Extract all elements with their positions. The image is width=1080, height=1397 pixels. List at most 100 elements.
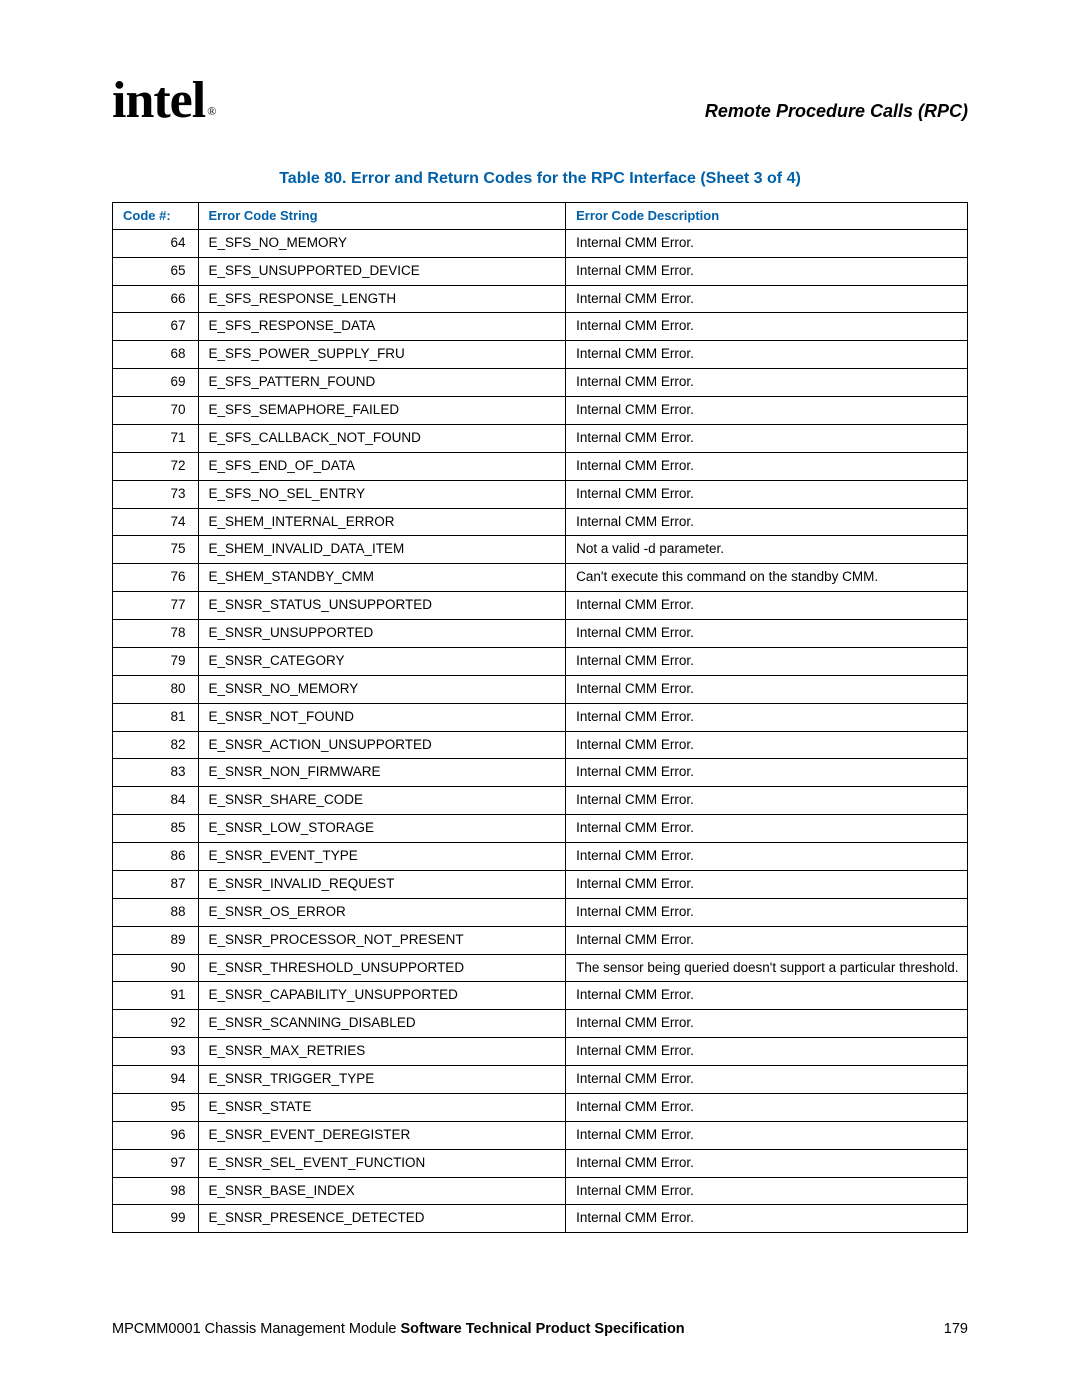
table-header-row: Code #: Error Code String Error Code Des… <box>113 202 968 229</box>
cell-code: 88 <box>113 898 199 926</box>
table-row: 71E_SFS_CALLBACK_NOT_FOUNDInternal CMM E… <box>113 424 968 452</box>
cell-code: 97 <box>113 1149 199 1177</box>
cell-string: E_SFS_UNSUPPORTED_DEVICE <box>198 257 566 285</box>
cell-string: E_SNSR_CAPABILITY_UNSUPPORTED <box>198 982 566 1010</box>
cell-desc: Internal CMM Error. <box>566 926 968 954</box>
cell-string: E_SFS_END_OF_DATA <box>198 452 566 480</box>
cell-code: 95 <box>113 1093 199 1121</box>
cell-desc: Internal CMM Error. <box>566 647 968 675</box>
cell-code: 70 <box>113 397 199 425</box>
cell-desc: Not a valid -d parameter. <box>566 536 968 564</box>
cell-desc: Internal CMM Error. <box>566 675 968 703</box>
table-row: 93E_SNSR_MAX_RETRIESInternal CMM Error. <box>113 1038 968 1066</box>
cell-desc: Internal CMM Error. <box>566 424 968 452</box>
table-row: 68E_SFS_POWER_SUPPLY_FRUInternal CMM Err… <box>113 341 968 369</box>
section-title: Remote Procedure Calls (RPC) <box>705 101 968 122</box>
table-row: 66E_SFS_RESPONSE_LENGTHInternal CMM Erro… <box>113 285 968 313</box>
table-row: 92E_SNSR_SCANNING_DISABLEDInternal CMM E… <box>113 1010 968 1038</box>
cell-desc: Internal CMM Error. <box>566 592 968 620</box>
cell-code: 85 <box>113 815 199 843</box>
table-row: 87E_SNSR_INVALID_REQUESTInternal CMM Err… <box>113 870 968 898</box>
cell-string: E_SNSR_NO_MEMORY <box>198 675 566 703</box>
cell-desc: Internal CMM Error. <box>566 341 968 369</box>
cell-string: E_SNSR_LOW_STORAGE <box>198 815 566 843</box>
footer-doc-title: MPCMM0001 Chassis Management Module Soft… <box>112 1321 685 1337</box>
footer-bold: Software Technical Product Specification <box>401 1321 685 1337</box>
cell-code: 77 <box>113 592 199 620</box>
table-row: 69E_SFS_PATTERN_FOUNDInternal CMM Error. <box>113 369 968 397</box>
cell-code: 82 <box>113 731 199 759</box>
cell-code: 74 <box>113 508 199 536</box>
cell-code: 78 <box>113 620 199 648</box>
cell-code: 91 <box>113 982 199 1010</box>
cell-code: 64 <box>113 229 199 257</box>
table-row: 89E_SNSR_PROCESSOR_NOT_PRESENTInternal C… <box>113 926 968 954</box>
cell-code: 69 <box>113 369 199 397</box>
cell-string: E_SFS_CALLBACK_NOT_FOUND <box>198 424 566 452</box>
cell-string: E_SNSR_SEL_EVENT_FUNCTION <box>198 1149 566 1177</box>
cell-string: E_SNSR_UNSUPPORTED <box>198 620 566 648</box>
cell-desc: Internal CMM Error. <box>566 1066 968 1094</box>
cell-code: 89 <box>113 926 199 954</box>
cell-code: 87 <box>113 870 199 898</box>
cell-desc: The sensor being queried doesn't support… <box>566 954 968 982</box>
table-row: 75E_SHEM_INVALID_DATA_ITEMNot a valid -d… <box>113 536 968 564</box>
cell-desc: Internal CMM Error. <box>566 843 968 871</box>
footer-prefix: MPCMM0001 Chassis Management Module <box>112 1321 401 1337</box>
table-row: 78E_SNSR_UNSUPPORTEDInternal CMM Error. <box>113 620 968 648</box>
table-row: 79E_SNSR_CATEGORYInternal CMM Error. <box>113 647 968 675</box>
cell-code: 65 <box>113 257 199 285</box>
table-row: 73E_SFS_NO_SEL_ENTRYInternal CMM Error. <box>113 480 968 508</box>
cell-desc: Internal CMM Error. <box>566 1121 968 1149</box>
cell-desc: Internal CMM Error. <box>566 229 968 257</box>
cell-string: E_SNSR_STATUS_UNSUPPORTED <box>198 592 566 620</box>
cell-desc: Internal CMM Error. <box>566 369 968 397</box>
cell-desc: Can't execute this command on the standb… <box>566 564 968 592</box>
table-row: 70E_SFS_SEMAPHORE_FAILEDInternal CMM Err… <box>113 397 968 425</box>
cell-string: E_SNSR_SHARE_CODE <box>198 787 566 815</box>
cell-desc: Internal CMM Error. <box>566 731 968 759</box>
cell-string: E_SNSR_NOT_FOUND <box>198 703 566 731</box>
cell-desc: Internal CMM Error. <box>566 982 968 1010</box>
cell-code: 90 <box>113 954 199 982</box>
cell-string: E_SFS_RESPONSE_LENGTH <box>198 285 566 313</box>
table-row: 82E_SNSR_ACTION_UNSUPPORTEDInternal CMM … <box>113 731 968 759</box>
table-row: 90E_SNSR_THRESHOLD_UNSUPPORTEDThe sensor… <box>113 954 968 982</box>
table-row: 91E_SNSR_CAPABILITY_UNSUPPORTEDInternal … <box>113 982 968 1010</box>
header-string: Error Code String <box>198 202 566 229</box>
table-row: 95E_SNSR_STATEInternal CMM Error. <box>113 1093 968 1121</box>
cell-string: E_SFS_NO_MEMORY <box>198 229 566 257</box>
cell-code: 94 <box>113 1066 199 1094</box>
cell-code: 96 <box>113 1121 199 1149</box>
cell-desc: Internal CMM Error. <box>566 759 968 787</box>
cell-string: E_SNSR_INVALID_REQUEST <box>198 870 566 898</box>
cell-string: E_SNSR_BASE_INDEX <box>198 1177 566 1205</box>
table-row: 97E_SNSR_SEL_EVENT_FUNCTIONInternal CMM … <box>113 1149 968 1177</box>
table-body: 64E_SFS_NO_MEMORYInternal CMM Error.65E_… <box>113 229 968 1233</box>
page-footer: MPCMM0001 Chassis Management Module Soft… <box>112 1321 968 1337</box>
cell-desc: Internal CMM Error. <box>566 898 968 926</box>
cell-code: 93 <box>113 1038 199 1066</box>
table-caption: Table 80. Error and Return Codes for the… <box>112 170 968 188</box>
page-header: intel® Remote Procedure Calls (RPC) <box>112 80 968 122</box>
cell-desc: Internal CMM Error. <box>566 397 968 425</box>
cell-string: E_SNSR_EVENT_TYPE <box>198 843 566 871</box>
table-row: 98E_SNSR_BASE_INDEXInternal CMM Error. <box>113 1177 968 1205</box>
cell-desc: Internal CMM Error. <box>566 787 968 815</box>
cell-code: 75 <box>113 536 199 564</box>
header-desc: Error Code Description <box>566 202 968 229</box>
cell-string: E_SFS_POWER_SUPPLY_FRU <box>198 341 566 369</box>
cell-desc: Internal CMM Error. <box>566 1093 968 1121</box>
cell-string: E_SNSR_STATE <box>198 1093 566 1121</box>
table-row: 65E_SFS_UNSUPPORTED_DEVICEInternal CMM E… <box>113 257 968 285</box>
cell-string: E_SFS_RESPONSE_DATA <box>198 313 566 341</box>
cell-desc: Internal CMM Error. <box>566 1010 968 1038</box>
cell-string: E_SHEM_INTERNAL_ERROR <box>198 508 566 536</box>
cell-string: E_SNSR_NON_FIRMWARE <box>198 759 566 787</box>
table-row: 96E_SNSR_EVENT_DEREGISTERInternal CMM Er… <box>113 1121 968 1149</box>
registered-mark: ® <box>207 104 215 118</box>
cell-string: E_SFS_NO_SEL_ENTRY <box>198 480 566 508</box>
cell-string: E_SNSR_THRESHOLD_UNSUPPORTED <box>198 954 566 982</box>
cell-string: E_SNSR_SCANNING_DISABLED <box>198 1010 566 1038</box>
table-row: 76E_SHEM_STANDBY_CMMCan't execute this c… <box>113 564 968 592</box>
